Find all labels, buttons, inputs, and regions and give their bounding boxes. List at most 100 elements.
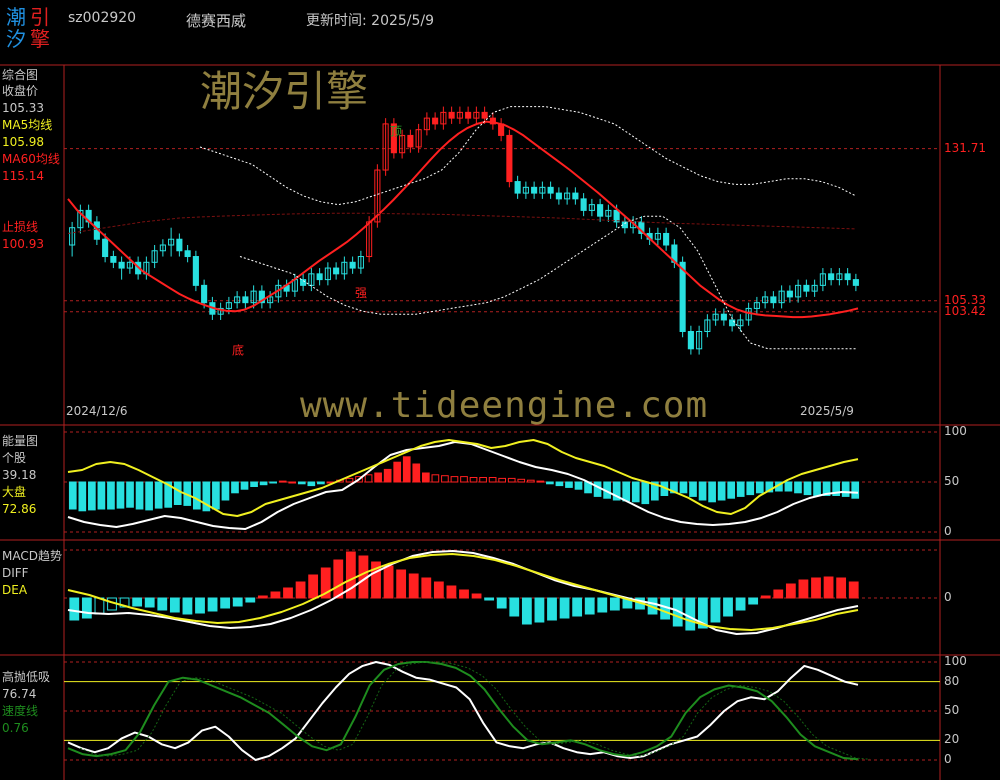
macd-bar-1	[81, 597, 92, 619]
energy-bar-32	[374, 472, 382, 483]
energy-panel-title: 能量图	[2, 434, 39, 448]
gpdx-panel-title: 高抛低吸	[2, 670, 51, 684]
macd-bar-12	[220, 597, 231, 609]
candle-body-5	[110, 256, 117, 263]
macd-bar-18	[295, 581, 306, 599]
candle-body-66	[613, 209, 620, 223]
gpdx-value: 76.74	[2, 687, 37, 701]
watermark-cn: 潮汐引擎	[200, 67, 369, 116]
band-lower-line	[239, 215, 856, 350]
macd-bar-10	[195, 597, 205, 614]
energy-bar-67	[708, 481, 716, 503]
macd-bar-17	[283, 587, 293, 599]
candle-body-75	[687, 331, 694, 350]
candle-body-16	[201, 284, 208, 304]
candle-body-28	[300, 279, 307, 286]
energy-bar-25	[307, 481, 316, 487]
macd-bar-14	[245, 597, 256, 603]
macd-bar-41	[584, 597, 595, 615]
macd-bar-57	[785, 583, 796, 599]
candle-body-74	[679, 261, 686, 332]
macd-bar-0	[69, 597, 80, 621]
main-panel-title: 综合图	[2, 68, 39, 82]
candle-body-62	[580, 198, 587, 211]
candle-body-6	[118, 261, 125, 269]
macd-bar-2	[94, 597, 105, 615]
energy-bar-19	[250, 481, 258, 487]
energy-bar-17	[231, 481, 239, 494]
candle-body-61	[572, 192, 579, 200]
macd-bar-16	[270, 591, 281, 599]
energy-bar-48	[526, 479, 535, 483]
energy-bar-45	[498, 477, 507, 483]
macd-bar-32	[471, 593, 482, 599]
close-value: 105.33	[2, 101, 44, 115]
energy-bar-52	[565, 481, 573, 488]
candle-body-21	[242, 296, 249, 304]
energy-bar-75	[784, 481, 793, 492]
energy-bar-53	[574, 481, 583, 490]
energy-bar-8	[145, 481, 153, 511]
energy-bar-1	[78, 481, 87, 512]
candle-body-32	[333, 267, 340, 275]
candle-body-59	[555, 192, 562, 200]
energy-bar-77	[803, 481, 812, 496]
gpdx-ytick-2: 50	[944, 703, 960, 717]
energy-bar-35	[402, 456, 411, 483]
candle-body-50	[481, 111, 488, 119]
ma5-value: 105.98	[2, 135, 44, 149]
macd-bar-51	[710, 597, 721, 623]
energy-bar-65	[689, 481, 697, 497]
macd-bar-40	[572, 597, 583, 617]
energy-bar-16	[221, 481, 230, 501]
speed-label: 速度线	[2, 704, 39, 718]
annotation-2: 底	[232, 343, 244, 358]
candle-body-13	[176, 238, 183, 252]
candle-body-79	[720, 313, 727, 321]
macd-bar-6	[144, 597, 155, 608]
stop-loss-value: 100.93	[2, 237, 44, 251]
energy-bar-69	[727, 481, 736, 499]
candle-body-72	[663, 232, 670, 246]
candle-body-64	[597, 204, 604, 217]
macd-dea-label: DEA	[2, 583, 28, 597]
energy-bar-26	[317, 481, 325, 485]
energy-bar-7	[135, 481, 144, 510]
macd-bar-33	[484, 597, 495, 601]
energy-bar-0	[68, 481, 77, 510]
macd-bar-29	[433, 581, 444, 599]
energy-bar-33	[383, 468, 392, 483]
candle-body-92	[828, 273, 835, 281]
energy-ytick-2: 0	[944, 524, 952, 538]
macd-bar-15	[257, 595, 268, 599]
candle-body-34	[349, 261, 356, 269]
candle-body-89	[803, 284, 810, 292]
macd-bar-38	[547, 597, 557, 621]
energy-bar-23	[288, 481, 297, 484]
energy-bar-31	[364, 474, 373, 483]
candle-body-48	[465, 111, 472, 119]
macd-bar-19	[308, 574, 319, 599]
macd-bar-25	[383, 565, 394, 599]
energy-bar-46	[507, 477, 516, 483]
energy-bar-11	[173, 481, 182, 505]
candle-body-14	[184, 250, 191, 258]
long-ma-line	[67, 212, 857, 234]
energy-bar-70	[736, 481, 745, 497]
macd-diff-label: DIFF	[2, 566, 29, 580]
energy-bar-13	[192, 481, 201, 510]
energy-ytick-0: 100	[944, 424, 967, 438]
energy-bar-20	[259, 481, 268, 486]
candle-body-95	[852, 279, 859, 286]
energy-bar-60	[641, 481, 650, 505]
macd-bar-59	[811, 577, 821, 599]
annotation-1: 强	[355, 286, 367, 300]
candle-body-30	[316, 273, 323, 281]
macd-bar-62	[848, 581, 859, 599]
energy-bar-41	[460, 476, 468, 483]
macd-bar-56	[773, 589, 784, 599]
energy-bar-47	[517, 478, 526, 483]
speed-value: 0.76	[2, 721, 29, 735]
gpdx-ytick-0: 100	[944, 654, 967, 668]
energy-bar-39	[441, 475, 449, 483]
